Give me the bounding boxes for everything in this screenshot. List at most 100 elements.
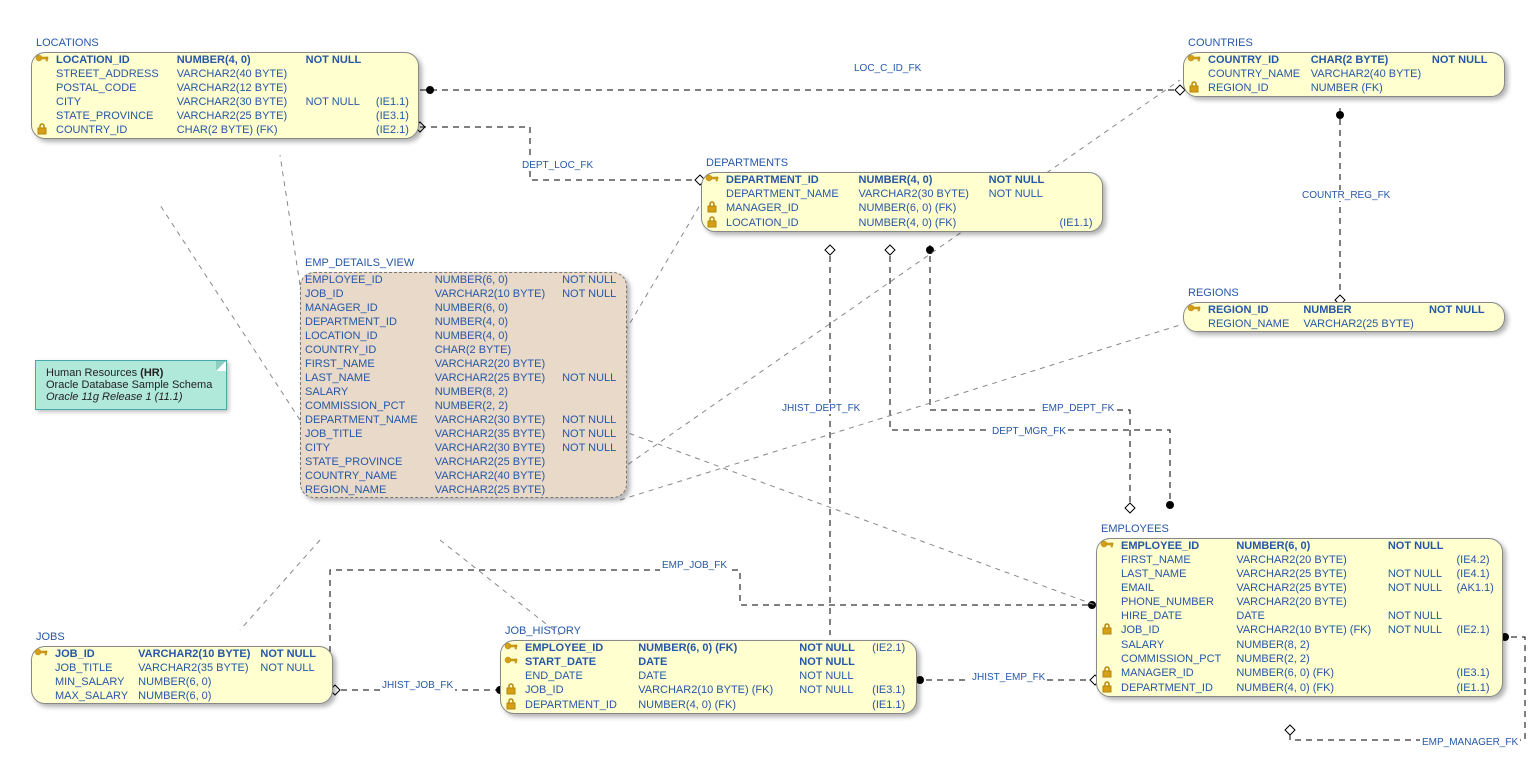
entity-departments[interactable]: DEPARTMENTSDEPARTMENT_IDNUMBER(4, 0)NOT … [701, 172, 1103, 232]
column-row[interactable]: MAX_SALARYNUMBER(6, 0) [32, 689, 332, 703]
column-row[interactable]: JOB_IDVARCHAR2(10 BYTE)NOT NULL [32, 647, 332, 661]
column-row[interactable]: END_DATEDATENOT NULL [501, 669, 916, 683]
column-row[interactable]: MANAGER_IDNUMBER(6, 0) (FK)(IE3.1) [1097, 666, 1502, 681]
column-row[interactable]: COMMISSION_PCTNUMBER(2, 2) [1097, 652, 1502, 666]
column-type: NUMBER(4, 0) (FK) [634, 698, 795, 713]
column-index: (IE3.1) [868, 683, 916, 698]
column-row[interactable]: JOB_TITLEVARCHAR2(35 BYTE)NOT NULL [32, 661, 332, 675]
column-row[interactable]: LAST_NAMEVARCHAR2(25 BYTE)NOT NULL [301, 371, 626, 385]
column-row[interactable]: DEPARTMENT_IDNUMBER(4, 0) [301, 315, 626, 329]
column-nullability [1384, 553, 1453, 567]
column-name: SALARY [1117, 638, 1232, 652]
column-type: VARCHAR2(35 BYTE) [134, 661, 256, 675]
column-row[interactable]: EMAILVARCHAR2(25 BYTE)NOT NULL(AK1.1) [1097, 581, 1502, 595]
column-name: HIRE_DATE [1117, 609, 1232, 623]
column-row[interactable]: LAST_NAMEVARCHAR2(25 BYTE)NOT NULL(IE4.1… [1097, 567, 1502, 581]
column-row[interactable]: REGION_NAMEVARCHAR2(25 BYTE) [301, 483, 626, 497]
column-row[interactable]: COUNTRY_NAMEVARCHAR2(40 BYTE) [1184, 67, 1504, 81]
column-nullability: NOT NULL [795, 669, 868, 683]
column-row[interactable]: JOB_IDVARCHAR2(10 BYTE) (FK)NOT NULL(IE3… [501, 683, 916, 698]
blank-icon [32, 661, 51, 675]
column-row[interactable]: COUNTRY_NAMEVARCHAR2(40 BYTE) [301, 469, 626, 483]
column-row[interactable]: DEPARTMENT_NAMEVARCHAR2(30 BYTE)NOT NULL [702, 187, 1102, 201]
column-row[interactable]: EMPLOYEE_IDNUMBER(6, 0) (FK)NOT NULL(IE2… [501, 641, 916, 655]
column-row[interactable]: LOCATION_IDNUMBER(4, 0) (FK)(IE1.1) [702, 216, 1102, 231]
column-row[interactable]: REGION_IDNUMBERNOT NULL [1184, 303, 1504, 317]
column-row[interactable]: JOB_IDVARCHAR2(10 BYTE)NOT NULL [301, 287, 626, 301]
column-row[interactable]: STREET_ADDRESSVARCHAR2(40 BYTE) [32, 67, 418, 81]
column-row[interactable]: FIRST_NAMEVARCHAR2(20 BYTE)(IE4.2) [1097, 553, 1502, 567]
column-nullability: NOT NULL [795, 655, 868, 669]
column-row[interactable]: REGION_IDNUMBER (FK) [1184, 81, 1504, 96]
column-row[interactable]: FIRST_NAMEVARCHAR2(20 BYTE) [301, 357, 626, 371]
key-icon [501, 655, 521, 669]
column-type: VARCHAR2(25 BYTE) [1232, 567, 1384, 581]
column-name: CITY [301, 441, 431, 455]
column-row[interactable]: SALARYNUMBER(8, 2) [1097, 638, 1502, 652]
column-nullability [558, 455, 626, 469]
column-row[interactable]: JOB_TITLEVARCHAR2(35 BYTE)NOT NULL [301, 427, 626, 441]
column-type: NUMBER [1299, 303, 1425, 317]
column-row[interactable]: LOCATION_IDNUMBER(4, 0)NOT NULL [32, 53, 418, 67]
column-row[interactable]: LOCATION_IDNUMBER(4, 0) [301, 329, 626, 343]
column-row[interactable]: STATE_PROVINCEVARCHAR2(25 BYTE) [301, 455, 626, 469]
column-row[interactable]: STATE_PROVINCEVARCHAR2(25 BYTE)(IE3.1) [32, 109, 418, 123]
column-row[interactable]: PHONE_NUMBERVARCHAR2(20 BYTE) [1097, 595, 1502, 609]
column-name: REGION_ID [1204, 303, 1299, 317]
column-index: (IE2.1) [1452, 623, 1502, 638]
column-index: (IE2.1) [868, 641, 916, 655]
column-row[interactable]: POSTAL_CODEVARCHAR2(12 BYTE) [32, 81, 418, 95]
key-icon [32, 53, 52, 67]
column-type: NUMBER(6, 0) [431, 301, 558, 315]
entity-countries[interactable]: COUNTRIESCOUNTRY_IDCHAR(2 BYTE)NOT NULLC… [1183, 52, 1505, 97]
schema-note: Human Resources (HR) Oracle Database Sam… [35, 360, 227, 410]
entity-jobs[interactable]: JOBSJOB_IDVARCHAR2(10 BYTE)NOT NULLJOB_T… [31, 646, 333, 704]
column-name: MANAGER_ID [1117, 666, 1232, 681]
entity-regions[interactable]: REGIONSREGION_IDNUMBERNOT NULLREGION_NAM… [1183, 302, 1505, 332]
column-row[interactable]: START_DATEDATENOT NULL [501, 655, 916, 669]
column-nullability: NOT NULL [1384, 581, 1453, 595]
column-row[interactable]: DEPARTMENT_NAMEVARCHAR2(30 BYTE)NOT NULL [301, 413, 626, 427]
column-name: JOB_TITLE [51, 661, 134, 675]
column-row[interactable]: MANAGER_IDNUMBER(6, 0) [301, 301, 626, 315]
column-row[interactable]: COUNTRY_IDCHAR(2 BYTE) (FK)(IE2.1) [32, 123, 418, 138]
entity-employees[interactable]: EMPLOYEESEMPLOYEE_IDNUMBER(6, 0)NOT NULL… [1096, 538, 1503, 697]
column-nullability: NOT NULL [558, 371, 626, 385]
column-row[interactable]: REGION_NAMEVARCHAR2(25 BYTE) [1184, 317, 1504, 331]
column-row[interactable]: COUNTRY_IDCHAR(2 BYTE)NOT NULL [1184, 53, 1504, 67]
entity-locations[interactable]: LOCATIONSLOCATION_IDNUMBER(4, 0)NOT NULL… [31, 52, 419, 139]
column-type: VARCHAR2(30 BYTE) [855, 187, 985, 201]
fk-label: DEPT_LOC_FK [520, 160, 595, 171]
column-row[interactable]: DEPARTMENT_IDNUMBER(4, 0) (FK)(IE1.1) [501, 698, 916, 713]
column-type: VARCHAR2(35 BYTE) [431, 427, 558, 441]
column-nullability: NOT NULL [256, 647, 322, 661]
lock-icon [32, 123, 52, 138]
column-row[interactable]: EMPLOYEE_IDNUMBER(6, 0)NOT NULL [1097, 539, 1502, 553]
entity-emp_details_view[interactable]: EMP_DETAILS_VIEWEMPLOYEE_IDNUMBER(6, 0)N… [300, 272, 627, 498]
column-name: POSTAL_CODE [52, 81, 173, 95]
column-row[interactable]: MANAGER_IDNUMBER(6, 0) (FK) [702, 201, 1102, 216]
column-name: DEPARTMENT_NAME [301, 413, 431, 427]
column-type: VARCHAR2(40 BYTE) [1307, 67, 1428, 81]
column-row[interactable]: SALARYNUMBER(8, 2) [301, 385, 626, 399]
column-row[interactable]: DEPARTMENT_IDNUMBER(4, 0)NOT NULL [702, 173, 1102, 187]
key-icon [32, 647, 51, 661]
column-row[interactable]: JOB_IDVARCHAR2(10 BYTE) (FK)NOT NULL(IE2… [1097, 623, 1502, 638]
column-row[interactable]: CITYVARCHAR2(30 BYTE)NOT NULL [301, 441, 626, 455]
column-index [1452, 539, 1502, 553]
column-name: DEPARTMENT_ID [521, 698, 634, 713]
column-row[interactable]: MIN_SALARYNUMBER(6, 0) [32, 675, 332, 689]
column-nullability: NOT NULL [1384, 567, 1453, 581]
entity-job_history[interactable]: JOB_HISTORYEMPLOYEE_IDNUMBER(6, 0) (FK)N… [500, 640, 917, 714]
column-row[interactable]: DEPARTMENT_IDNUMBER(4, 0) (FK)(IE1.1) [1097, 681, 1502, 696]
column-row[interactable]: EMPLOYEE_IDNUMBER(6, 0)NOT NULL [301, 273, 626, 287]
column-row[interactable]: COUNTRY_IDCHAR(2 BYTE) [301, 343, 626, 357]
column-type: CHAR(2 BYTE) [1307, 53, 1428, 67]
blank-icon [1097, 581, 1117, 595]
column-nullability [985, 216, 1056, 231]
column-row[interactable]: COMMISSION_PCTNUMBER(2, 2) [301, 399, 626, 413]
column-name: LOCATION_ID [722, 216, 855, 231]
column-row[interactable]: CITYVARCHAR2(30 BYTE)NOT NULL(IE1.1) [32, 95, 418, 109]
column-row[interactable]: HIRE_DATEDATENOT NULL [1097, 609, 1502, 623]
column-nullability: NOT NULL [558, 273, 626, 287]
